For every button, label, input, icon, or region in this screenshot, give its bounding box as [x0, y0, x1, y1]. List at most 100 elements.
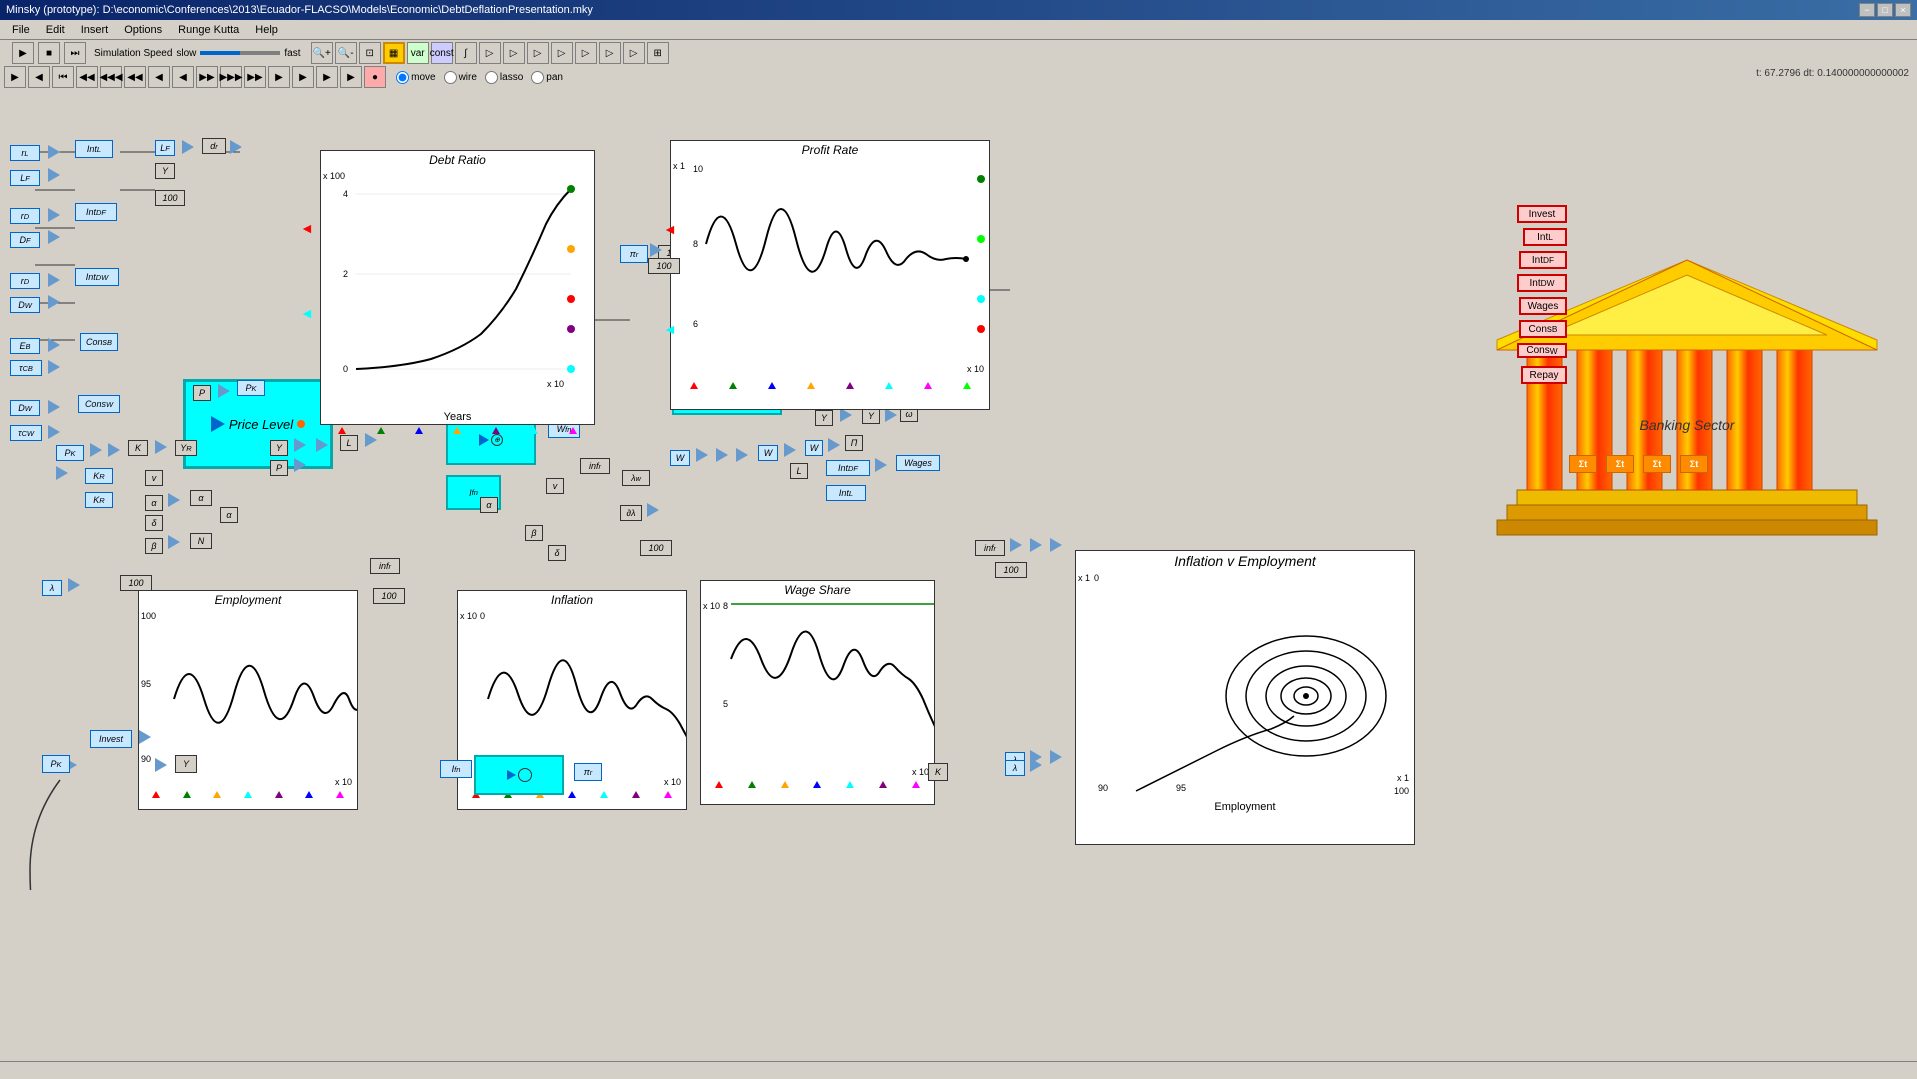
Pi-block[interactable]: Π: [845, 435, 863, 451]
rL-block[interactable]: rL: [10, 145, 40, 161]
rD-block2[interactable]: rD: [10, 273, 40, 289]
zoom-out-button[interactable]: 🔍-: [335, 42, 357, 64]
btn3[interactable]: ▷: [527, 42, 549, 64]
wages-btn[interactable]: Wages: [1519, 297, 1567, 315]
pan-radio[interactable]: [531, 71, 544, 84]
100-block5[interactable]: 100: [995, 562, 1027, 578]
Y-block5[interactable]: Y: [175, 755, 197, 773]
next4-btn[interactable]: ▶: [268, 66, 290, 88]
intDW-btn[interactable]: IntDW: [1517, 274, 1567, 292]
tCW-block[interactable]: τCW: [10, 425, 42, 441]
intL-block[interactable]: IntL: [75, 140, 113, 158]
Y-block3[interactable]: Y: [815, 410, 833, 426]
100-block6[interactable]: 100: [648, 258, 680, 274]
infr-block2[interactable]: infr: [975, 540, 1005, 556]
prev5-btn[interactable]: ◀: [148, 66, 170, 88]
YR-block[interactable]: YR: [175, 440, 197, 456]
btn5[interactable]: ▷: [575, 42, 597, 64]
DW-block[interactable]: DW: [10, 297, 40, 313]
debt-ratio-chart[interactable]: Debt Ratio x 100 4 2 0 x 10 Years: [320, 150, 595, 425]
next-btn[interactable]: ▶▶: [196, 66, 218, 88]
W-block2[interactable]: W: [758, 445, 778, 461]
P-block2[interactable]: P: [270, 460, 288, 476]
lambdaW-block[interactable]: λw: [622, 470, 650, 486]
prev2-btn[interactable]: ◀◀: [76, 66, 98, 88]
infr-block1[interactable]: infr: [580, 458, 610, 474]
infr-block3[interactable]: infr: [370, 558, 400, 574]
minimize-button[interactable]: −: [1859, 3, 1875, 17]
step-button[interactable]: ⏭: [64, 42, 86, 64]
v-block1[interactable]: v: [145, 470, 163, 486]
run-button[interactable]: ▶: [12, 42, 34, 64]
100-block3[interactable]: 100: [640, 540, 672, 556]
Wages-block2[interactable]: Wages: [896, 455, 940, 471]
v-block2[interactable]: v: [546, 478, 564, 494]
KR-block2[interactable]: KR: [85, 492, 113, 508]
maximize-button[interactable]: □: [1877, 3, 1893, 17]
st3-block[interactable]: Σt: [1643, 455, 1671, 473]
LF-block1[interactable]: LF: [10, 170, 40, 186]
menu-runge-kutta[interactable]: Runge Kutta: [170, 22, 247, 38]
Ifn-gate-block[interactable]: [474, 755, 564, 795]
PK-block1[interactable]: PK: [237, 380, 265, 396]
close-button[interactable]: ×: [1895, 3, 1911, 17]
EB-block[interactable]: EB: [10, 338, 40, 354]
menu-insert[interactable]: Insert: [73, 22, 117, 38]
W-block1[interactable]: W: [670, 450, 690, 466]
K-block2[interactable]: K: [928, 763, 948, 781]
consW-btn[interactable]: ConsW: [1517, 343, 1567, 358]
LF-block2[interactable]: LF: [155, 140, 175, 156]
Y-block4[interactable]: Y: [862, 408, 880, 424]
delta-block2[interactable]: δ: [548, 545, 566, 561]
dT-block[interactable]: dr: [202, 138, 226, 154]
menu-file[interactable]: File: [4, 22, 38, 38]
record-btn[interactable]: ●: [364, 66, 386, 88]
PK-block2[interactable]: PK: [56, 445, 84, 461]
integ-button[interactable]: ∫: [455, 42, 477, 64]
intDF-btn[interactable]: IntDF: [1519, 251, 1567, 269]
btn6[interactable]: ▷: [599, 42, 621, 64]
const-button[interactable]: const: [431, 42, 453, 64]
Y-block1[interactable]: Y: [155, 163, 175, 179]
consB-block[interactable]: ConsB: [80, 333, 118, 351]
lambda-block1[interactable]: λ: [42, 580, 62, 596]
next3-btn[interactable]: ▶▶: [244, 66, 266, 88]
tCB-block[interactable]: τCB: [10, 360, 42, 376]
KR-block1[interactable]: KR: [85, 468, 113, 484]
P-block1[interactable]: P: [193, 385, 211, 401]
var-button[interactable]: var: [407, 42, 429, 64]
dlamb-block[interactable]: ∂λ: [620, 505, 642, 521]
speed-slider[interactable]: [200, 51, 280, 55]
alpha-block3[interactable]: α: [220, 507, 238, 523]
intDW-block[interactable]: IntDW: [75, 268, 119, 286]
K-block[interactable]: K: [128, 440, 148, 456]
Y-block2[interactable]: Y: [270, 440, 288, 456]
Ifn-block2[interactable]: Ifn: [440, 760, 472, 778]
piR-block1[interactable]: πr: [620, 245, 648, 263]
beta-block2[interactable]: β: [525, 525, 543, 541]
prev3-btn[interactable]: ◀◀◀: [100, 66, 122, 88]
L-block[interactable]: L: [340, 435, 358, 451]
delta-block[interactable]: δ: [145, 515, 163, 531]
intDF-block[interactable]: IntDF: [75, 203, 117, 221]
move-radio[interactable]: [396, 71, 409, 84]
play-btn[interactable]: ▶: [4, 66, 26, 88]
piR-block2[interactable]: πr: [574, 763, 602, 781]
menu-help[interactable]: Help: [247, 22, 286, 38]
wire-radio[interactable]: [444, 71, 457, 84]
N-block[interactable]: N: [190, 533, 212, 549]
zoom-fit-button[interactable]: ⊡: [359, 42, 381, 64]
consW-block[interactable]: ConsW: [78, 395, 120, 413]
st2-block[interactable]: Σt: [1606, 455, 1634, 473]
menu-options[interactable]: Options: [116, 22, 170, 38]
100-block2[interactable]: 100: [120, 575, 152, 591]
prev-btn[interactable]: ⏮: [52, 66, 74, 88]
DW-block2[interactable]: DW: [10, 400, 40, 416]
invest-block2[interactable]: Invest: [90, 730, 132, 748]
alpha-block1[interactable]: α: [145, 495, 163, 511]
lasso-radio[interactable]: [485, 71, 498, 84]
stop-button[interactable]: ■: [38, 42, 60, 64]
alpha-block2[interactable]: α: [190, 490, 212, 506]
wage-share-chart[interactable]: Wage Share x 10 8 5 x 10: [700, 580, 935, 805]
L-block2[interactable]: L: [790, 463, 808, 479]
